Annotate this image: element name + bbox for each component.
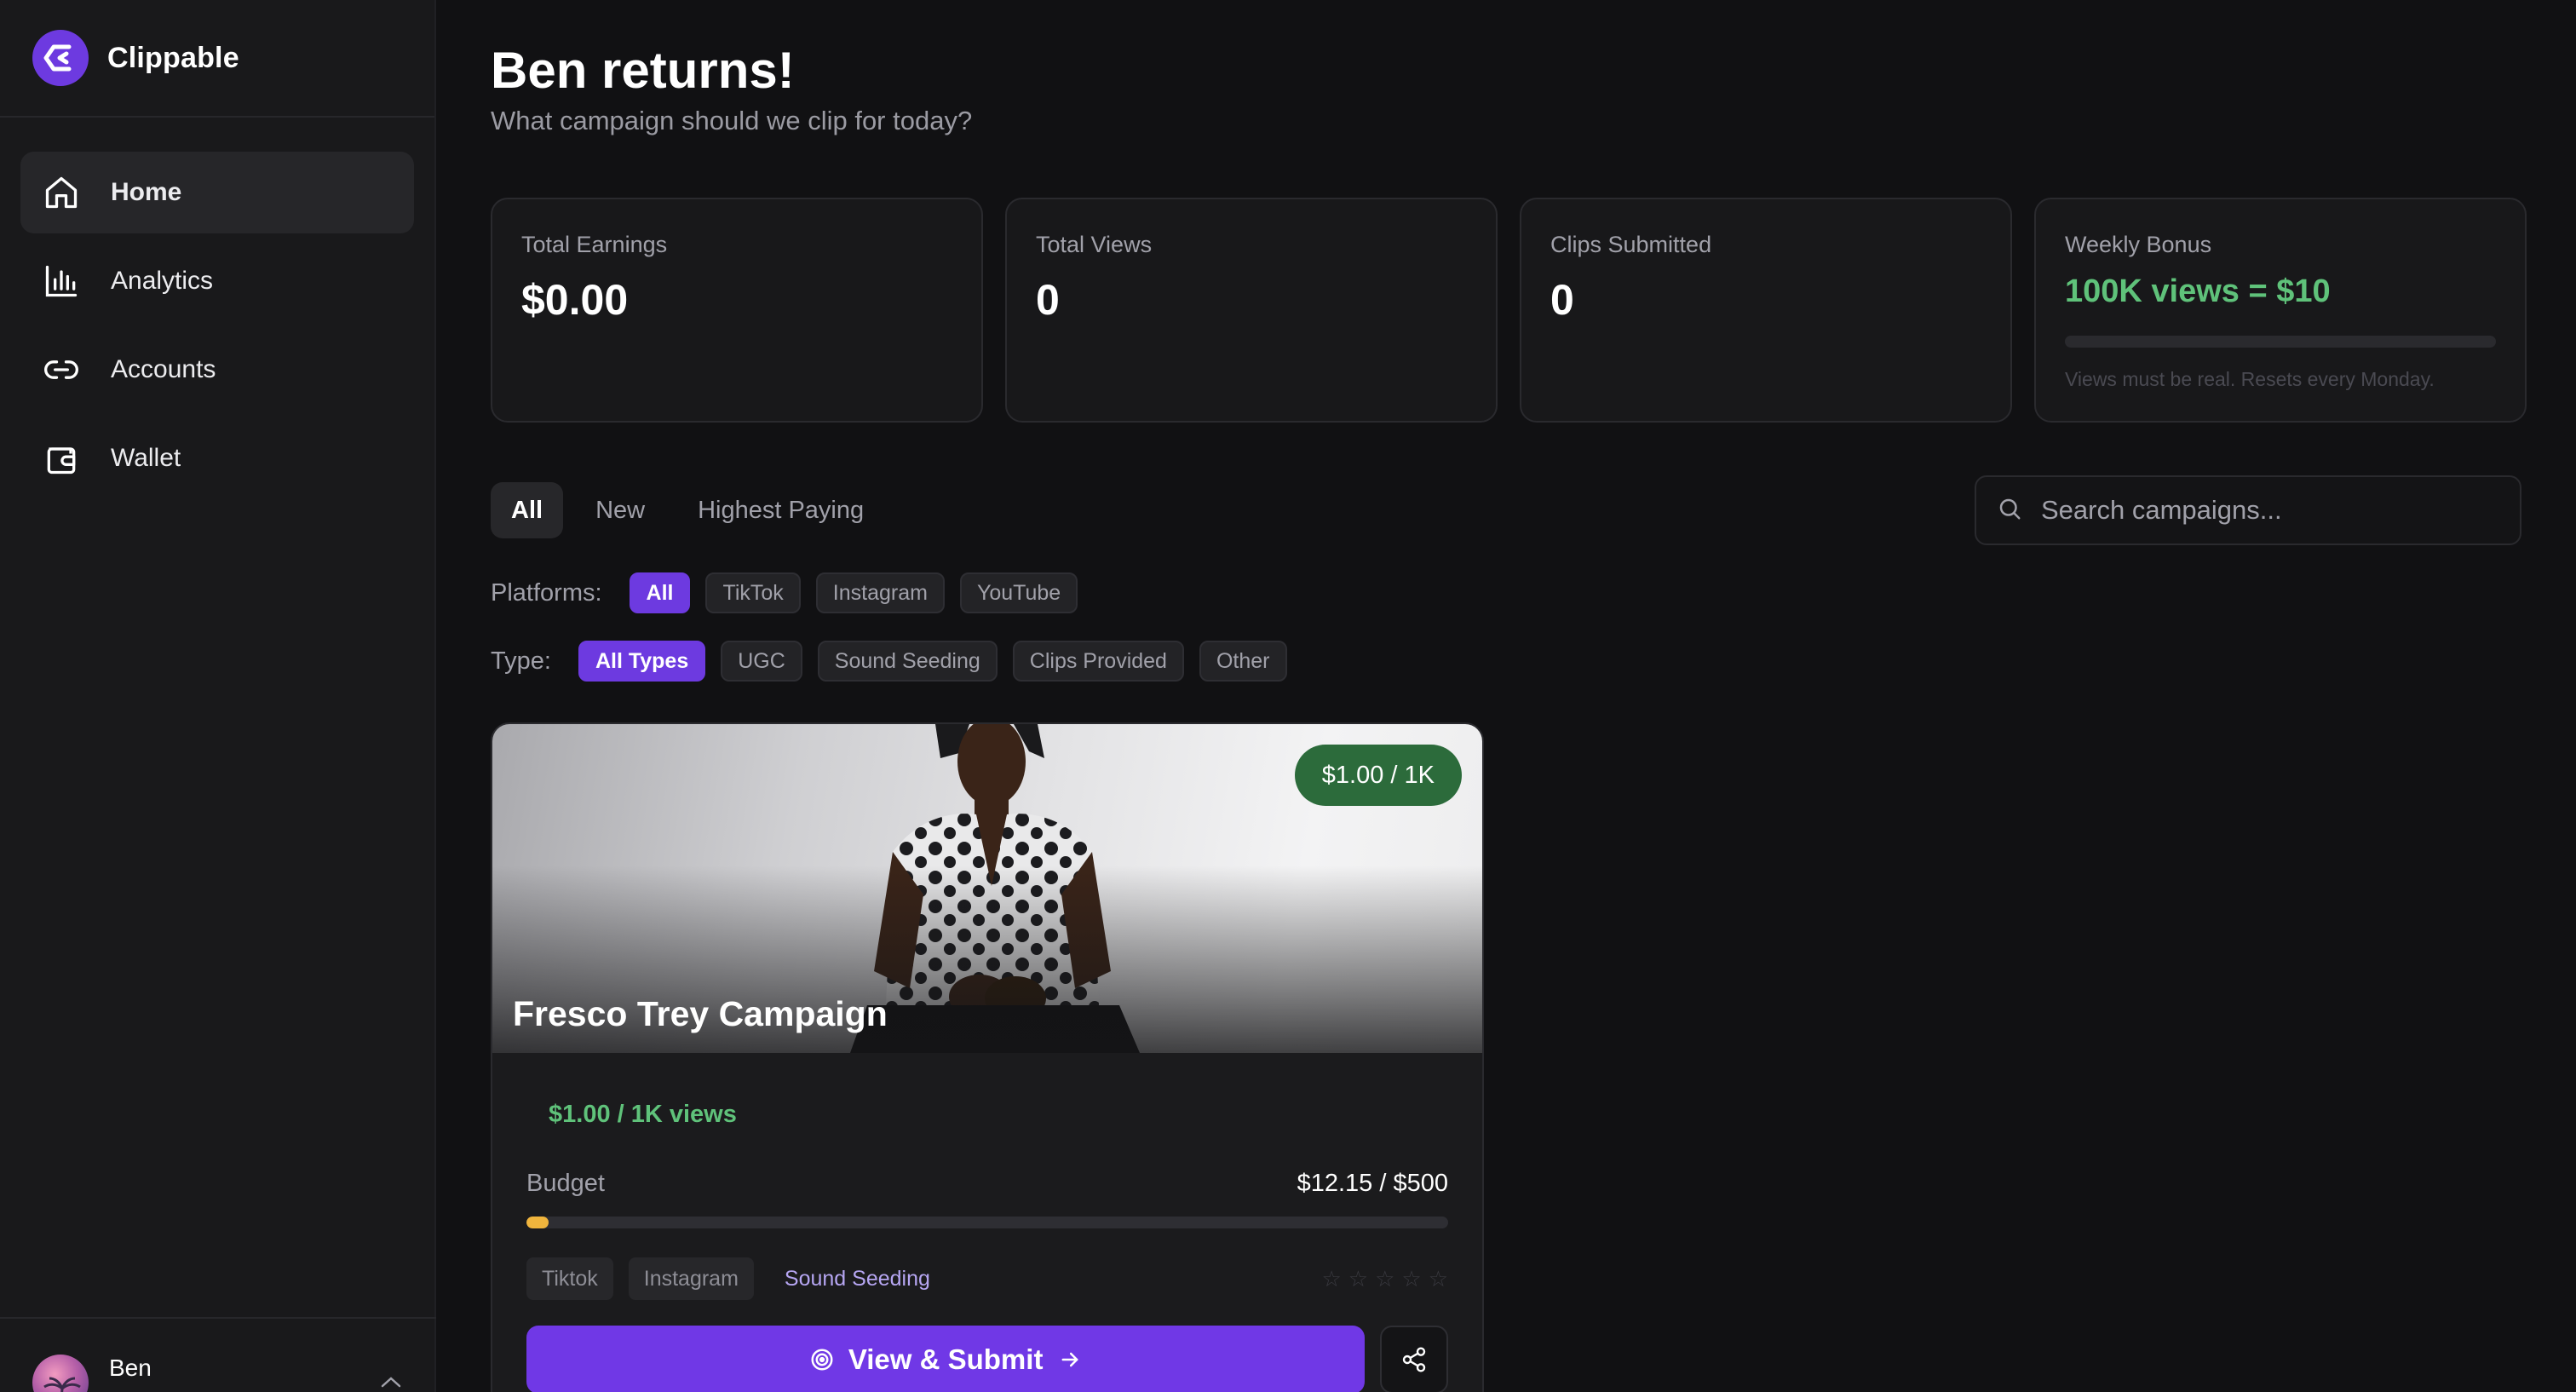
budget-progress-fill — [526, 1217, 549, 1228]
star-icon[interactable]: ☆ — [1321, 1266, 1341, 1292]
home-icon — [41, 172, 82, 213]
sidebar-item-wallet[interactable]: Wallet — [20, 417, 414, 499]
target-icon — [809, 1347, 835, 1372]
filter-label: Platforms: — [491, 578, 602, 607]
sidebar-item-label: Wallet — [111, 444, 181, 472]
sidebar: Clippable Home Analytics Accounts Wallet… — [0, 0, 436, 1392]
campaign-rate: $1.00 / 1K views — [549, 1101, 737, 1128]
type-chip-all-types[interactable]: All Types — [578, 641, 706, 682]
page-title: Ben returns! — [491, 42, 795, 99]
stat-value: 0 — [1036, 276, 1060, 324]
stat-label: Clips Submitted — [1550, 232, 1712, 257]
view-submit-button[interactable]: View & Submit — [526, 1326, 1366, 1392]
arrow-right-icon — [1058, 1348, 1082, 1372]
sidebar-item-label: Home — [111, 178, 182, 206]
stat-value: 0 — [1550, 276, 1574, 324]
campaign-title: Fresco Trey Campaign — [513, 994, 888, 1033]
search-input[interactable] — [2041, 495, 2501, 526]
bar-chart-icon — [41, 261, 82, 302]
user-name: Ben — [109, 1355, 152, 1381]
clippable-logo-icon — [32, 30, 89, 86]
platform-chip-tiktok[interactable]: TikTok — [705, 572, 801, 613]
bonus-value: 100K views = $10 — [2065, 273, 2331, 309]
platform-chip-instagram[interactable]: Instagram — [815, 572, 945, 613]
type-chip-ugc[interactable]: UGC — [721, 641, 802, 682]
stat-card-clips: Clips Submitted 0 — [1520, 198, 2012, 423]
rating-stars[interactable]: ☆ ☆ ☆ ☆ ☆ — [1321, 1266, 1448, 1292]
sidebar-item-label: Accounts — [111, 355, 216, 383]
brand-name: Clippable — [107, 41, 239, 74]
type-filter: Type: All Types UGC Sound Seeding Clips … — [491, 641, 1302, 682]
share-icon — [1400, 1346, 1428, 1373]
type-chip-other[interactable]: Other — [1199, 641, 1287, 682]
stat-value: $0.00 — [521, 276, 629, 324]
type-tag: Sound Seeding — [784, 1266, 930, 1291]
link-icon — [41, 349, 82, 390]
tab-new[interactable]: New — [575, 482, 665, 538]
platform-tag-tiktok: Tiktok — [526, 1257, 613, 1300]
search-icon — [1997, 496, 2022, 526]
star-icon[interactable]: ☆ — [1401, 1266, 1421, 1292]
tab-highest-paying[interactable]: Highest Paying — [677, 482, 884, 538]
budget-progress-bar — [526, 1217, 1448, 1228]
star-icon[interactable]: ☆ — [1375, 1266, 1394, 1292]
brand[interactable]: Clippable — [0, 0, 434, 118]
platform-tag-instagram: Instagram — [628, 1257, 754, 1300]
budget-value: $12.15 / $500 — [1297, 1170, 1448, 1197]
view-submit-label: View & Submit — [848, 1343, 1044, 1375]
campaign-details: $1.00 / 1K views Budget $12.15 / $500 Ti… — [492, 1101, 1482, 1392]
tab-all[interactable]: All — [491, 482, 564, 538]
stat-label: Total Views — [1036, 232, 1153, 257]
price-badge: $1.00 / 1K — [1294, 745, 1462, 806]
avatar — [32, 1355, 89, 1392]
campaign-tags: Tiktok Instagram Sound Seeding ☆ ☆ ☆ ☆ ☆ — [526, 1257, 1448, 1300]
stat-label: Total Earnings — [521, 232, 668, 257]
star-icon[interactable]: ☆ — [1348, 1266, 1368, 1292]
stat-card-earnings: Total Earnings $0.00 — [491, 198, 983, 423]
page-subtitle: What campaign should we clip for today? — [491, 106, 973, 135]
budget-label: Budget — [526, 1170, 605, 1197]
campaign-image: $1.00 / 1K Fresco Trey Campaign — [492, 724, 1482, 1053]
sidebar-item-home[interactable]: Home — [20, 152, 414, 233]
card-actions: View & Submit — [526, 1326, 1448, 1392]
search-box — [1975, 475, 2521, 545]
bonus-progress-bar — [2065, 336, 2496, 348]
campaign-card[interactable]: $1.00 / 1K Fresco Trey Campaign $1.00 / … — [491, 722, 1484, 1392]
type-chip-clips-provided[interactable]: Clips Provided — [1012, 641, 1184, 682]
type-chip-sound-seeding[interactable]: Sound Seeding — [817, 641, 998, 682]
chevron-up-icon — [380, 1375, 402, 1392]
campaign-tabs: All New Highest Paying — [491, 482, 884, 538]
share-button[interactable] — [1380, 1326, 1448, 1392]
sidebar-nav: Home Analytics Accounts Wallet — [0, 118, 434, 499]
filter-label: Type: — [491, 647, 551, 675]
platform-chip-youtube[interactable]: YouTube — [959, 572, 1078, 613]
sidebar-item-label: Analytics — [111, 267, 214, 295]
star-icon[interactable]: ☆ — [1429, 1266, 1448, 1292]
platform-filter: Platforms: All TikTok Instagram YouTube — [491, 572, 1093, 613]
platform-chip-all[interactable]: All — [629, 572, 691, 613]
wallet-icon — [41, 438, 82, 479]
bonus-note: Views must be real. Resets every Monday. — [2065, 368, 2435, 390]
sidebar-item-accounts[interactable]: Accounts — [20, 329, 414, 411]
stat-card-weekly-bonus: Weekly Bonus 100K views = $10 Views must… — [2034, 198, 2527, 423]
stat-label: Weekly Bonus — [2065, 232, 2212, 257]
budget-row: Budget $12.15 / $500 — [526, 1170, 1448, 1198]
sidebar-item-analytics[interactable]: Analytics — [20, 240, 414, 322]
stats-row: Total Earnings $0.00 Total Views 0 Clips… — [491, 198, 2527, 423]
user-menu[interactable]: Ben — [0, 1317, 436, 1392]
stat-card-views: Total Views 0 — [1005, 198, 1498, 423]
